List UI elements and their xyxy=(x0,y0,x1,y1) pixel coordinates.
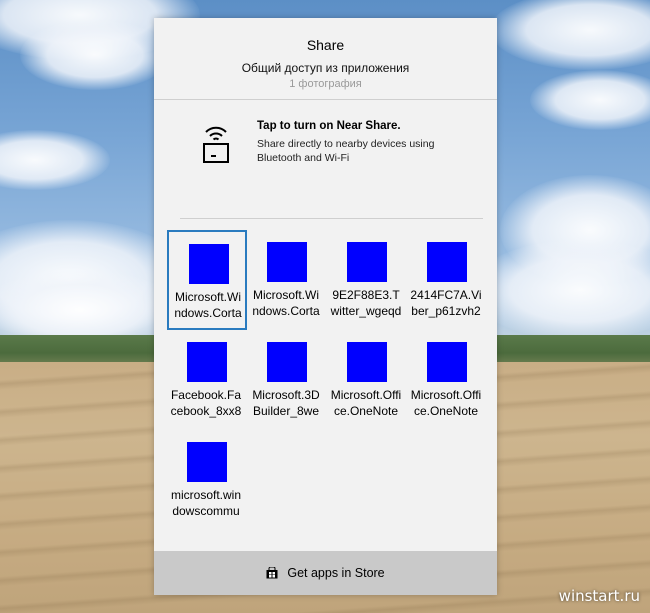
app-label: Microsoft.Office.OneNote xyxy=(410,388,482,418)
app-label: Microsoft.Windows.Cortana xyxy=(252,288,320,318)
app-label: 9E2F88E3.Twitter_wgeqdkkx372wm xyxy=(330,288,402,318)
app-icon xyxy=(427,342,467,382)
get-apps-in-store-button[interactable]: Get apps in Store xyxy=(154,551,497,595)
near-share-title: Tap to turn on Near Share. xyxy=(257,120,401,132)
share-target-3dbuilder[interactable]: Microsoft.3DBuilder_8wekyb3d8bbwe xyxy=(247,330,327,430)
app-icon xyxy=(347,342,387,382)
share-target-cortana[interactable]: Microsoft.Windows.Cortana xyxy=(167,230,247,330)
app-label: Microsoft.3DBuilder_8wekyb3d8bbwe xyxy=(252,388,320,418)
section-divider xyxy=(180,218,483,219)
share-title: Share xyxy=(306,37,345,53)
app-icon xyxy=(187,442,227,482)
get-apps-label: Get apps in Store xyxy=(287,566,385,580)
app-label: microsoft.windowscommunicationsapps xyxy=(170,488,241,518)
share-target-cortana-2[interactable]: Microsoft.Windows.Cortana xyxy=(247,230,327,330)
app-label: Facebook.Facebook_8xx8rvfyw5nnt xyxy=(170,388,242,418)
app-label: Microsoft.Windows.Cortana xyxy=(174,290,242,320)
shared-item-count: 1 фотография xyxy=(289,78,362,90)
share-subtitle: Общий доступ из приложения xyxy=(241,61,410,75)
share-flyout: Share Общий доступ из приложения 1 фотог… xyxy=(154,18,497,595)
near-share-icon xyxy=(203,126,229,163)
share-target-twitter[interactable]: 9E2F88E3.Twitter_wgeqdkkx372wm xyxy=(327,230,407,330)
app-icon xyxy=(427,242,467,282)
share-target-onenote-2[interactable]: Microsoft.Office.OneNote xyxy=(407,330,487,430)
share-target-mail[interactable]: microsoft.windowscommunicationsapps xyxy=(167,430,247,530)
near-share-toggle[interactable]: Tap to turn on Near Share. Share directl… xyxy=(154,110,497,180)
header-divider xyxy=(154,99,497,100)
watermark: winstart.ru xyxy=(558,587,640,605)
share-header: Share Общий доступ из приложения 1 фотог… xyxy=(154,18,497,91)
share-target-onenote[interactable]: Microsoft.Office.OneNote xyxy=(327,330,407,430)
app-label: Microsoft.Office.OneNote xyxy=(330,388,402,418)
share-target-facebook[interactable]: Facebook.Facebook_8xx8rvfyw5nnt xyxy=(167,330,247,430)
app-label: 2414FC7A.Viber_p61zvh252yqyr xyxy=(410,288,482,318)
app-icon xyxy=(267,242,307,282)
app-icon xyxy=(187,342,227,382)
near-share-description: Share directly to nearby devices using B… xyxy=(257,138,435,164)
app-icon xyxy=(267,342,307,382)
app-icon xyxy=(347,242,387,282)
share-target-viber[interactable]: 2414FC7A.Viber_p61zvh252yqyr xyxy=(407,230,487,330)
store-icon xyxy=(266,567,278,579)
app-icon xyxy=(189,244,229,284)
share-target-grid: Microsoft.Windows.Cortana Microsoft.Wind… xyxy=(167,230,487,530)
